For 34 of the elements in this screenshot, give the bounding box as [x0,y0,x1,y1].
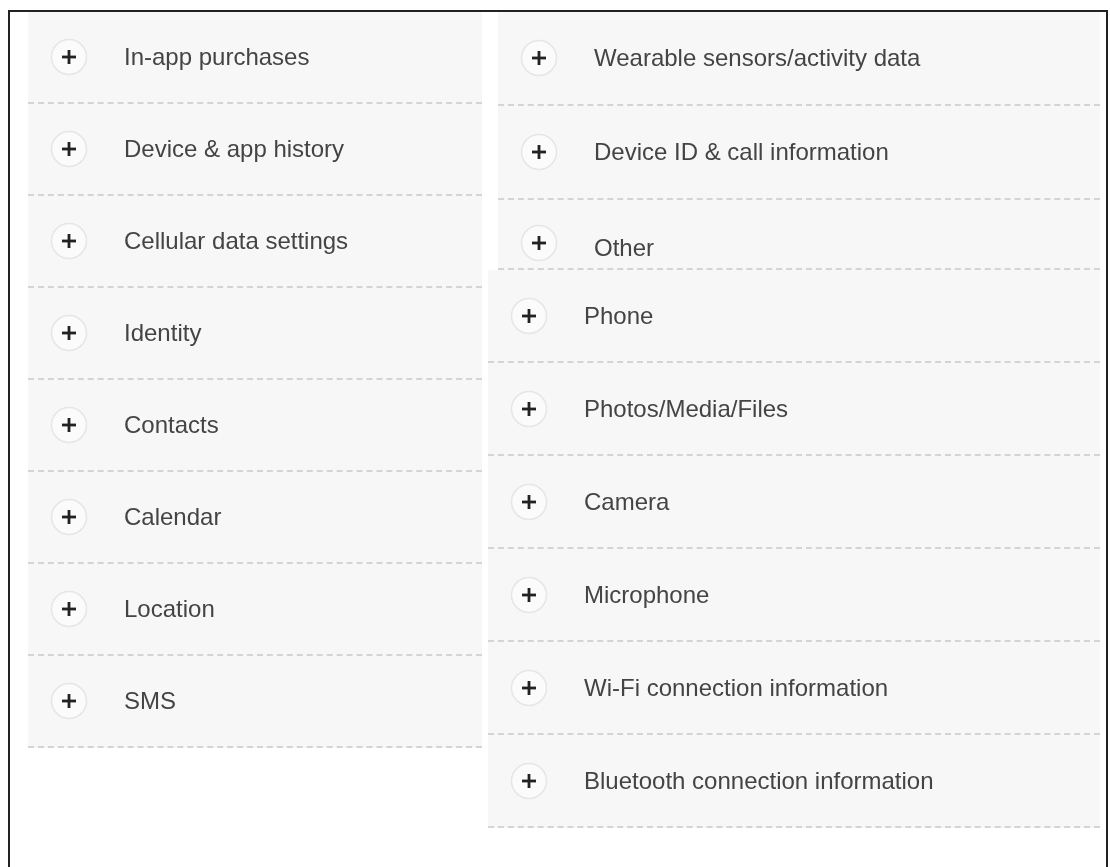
accordion-item[interactable]: Camera [488,456,1100,549]
plus-icon [50,314,88,352]
plus-icon [50,38,88,76]
plus-icon [510,389,548,428]
accordion-item[interactable]: Microphone [488,549,1100,642]
accordion-item[interactable]: Device & app history [28,104,482,196]
plus-icon [520,224,558,262]
accordion-item[interactable]: Bluetooth connection information [488,735,1100,828]
accordion-item[interactable]: Photos/Media/Files [488,363,1100,456]
plus-icon [510,668,548,707]
accordion-item[interactable]: Calendar [28,472,482,564]
accordion-item[interactable]: Device ID & call information [498,106,1100,200]
accordion-item[interactable]: Phone [488,270,1100,363]
plus-icon [510,761,548,800]
accordion-item[interactable]: Contacts [28,380,482,472]
accordion-item[interactable]: SMS [28,656,482,748]
accordion-item[interactable]: Identity [28,288,482,380]
accordion-item[interactable]: Wearable sensors/activity data [498,12,1100,106]
plus-icon [50,406,88,444]
plus-icon [50,498,88,536]
accordion-item[interactable]: Other [498,200,1100,270]
plus-icon [50,222,88,260]
accordion-item[interactable]: Location [28,564,482,656]
accordion-item[interactable]: Cellular data settings [28,196,482,288]
accordion-item[interactable]: In-app purchases [28,12,482,104]
plus-icon [510,296,548,335]
plus-icon [510,575,548,614]
plus-icon [50,130,88,168]
plus-icon [50,590,88,628]
plus-icon [50,682,88,720]
plus-icon [520,133,558,171]
plus-icon [520,39,558,77]
accordion-item[interactable]: Wi-Fi connection information [488,642,1100,735]
plus-icon [510,482,548,521]
